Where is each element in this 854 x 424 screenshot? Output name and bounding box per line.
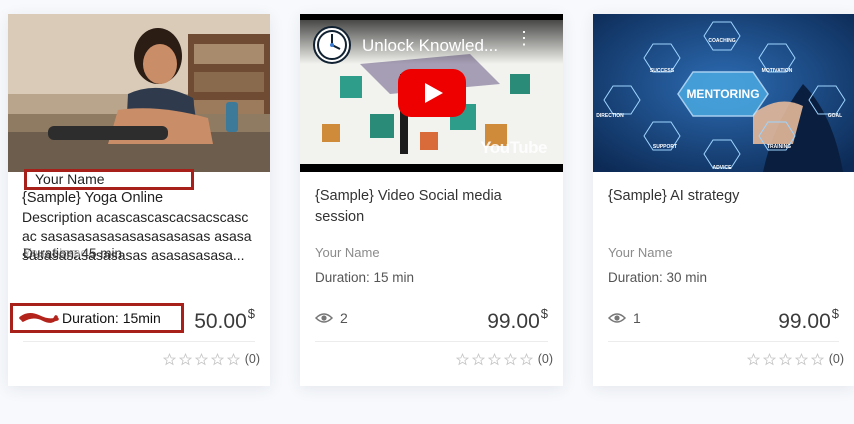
star-empty-icon	[178, 352, 192, 365]
duration-text: Duration: 15min	[62, 310, 161, 326]
eye-icon	[315, 313, 333, 323]
view-count-value: 1	[633, 310, 641, 326]
view-count-value: 2	[340, 310, 348, 326]
channel-logo[interactable]	[313, 26, 351, 64]
star-empty-icon	[455, 352, 469, 365]
star-empty-icon	[778, 352, 792, 365]
course-thumbnail[interactable]	[8, 14, 270, 172]
divider	[315, 341, 548, 342]
price-value: 99.00	[778, 310, 831, 333]
rating-count: (0)	[828, 352, 844, 366]
mentoring-graphic: MENTORING COACHING SUCCESS MOTIVATION DI…	[593, 14, 854, 172]
view-count: 2	[315, 310, 348, 326]
star-empty-icon	[162, 352, 176, 365]
course-title[interactable]: {Sample} AI strategy	[608, 186, 840, 207]
course-duration: Duration: 15 min	[315, 270, 415, 285]
price-value: 50.00	[194, 310, 247, 333]
star-empty-icon	[810, 352, 824, 365]
course-title[interactable]: {Sample} Video Social media session	[315, 186, 547, 228]
youtube-watermark[interactable]: YouTube	[480, 138, 547, 158]
star-empty-icon	[194, 352, 208, 365]
divider	[608, 341, 839, 342]
course-card-yoga[interactable]: Your Name {Sample} Yoga Online Descripti…	[8, 14, 270, 386]
author-name-overlay: Your Name	[24, 169, 194, 190]
star-rating: (0)	[746, 352, 844, 366]
video-player[interactable]: Unlock Knowled... ⋮ YouTube	[300, 14, 563, 172]
svg-text:COACHING: COACHING	[708, 38, 735, 44]
currency-symbol: $	[831, 306, 839, 321]
course-card-ai-strategy[interactable]: MENTORING COACHING SUCCESS MOTIVATION DI…	[593, 14, 854, 386]
star-empty-icon	[210, 352, 224, 365]
video-title[interactable]: Unlock Knowled...	[362, 36, 498, 56]
svg-text:TRAINING: TRAINING	[767, 144, 791, 150]
more-options-icon[interactable]: ⋮	[515, 29, 533, 47]
view-count: 1	[608, 310, 641, 326]
play-button[interactable]	[398, 69, 466, 117]
svg-text:GOAL: GOAL	[828, 113, 842, 119]
star-empty-icon	[471, 352, 485, 365]
scribble-icon	[19, 313, 59, 323]
course-price: 99.00$	[778, 306, 839, 334]
course-duration: Duration: 30 min	[608, 270, 708, 285]
course-title[interactable]: {Sample} Yoga Online	[22, 189, 163, 208]
course-card-video[interactable]: Unlock Knowled... ⋮ YouTube {Sample} Vid…	[300, 14, 563, 386]
star-empty-icon	[762, 352, 776, 365]
author-name: Your Name	[608, 245, 673, 260]
star-empty-icon	[503, 352, 517, 365]
course-thumbnail[interactable]: MENTORING COACHING SUCCESS MOTIVATION DI…	[593, 14, 854, 172]
author-name: Your Name	[35, 171, 105, 187]
star-empty-icon	[226, 352, 240, 365]
course-price: 50.00$	[194, 306, 255, 334]
currency-symbol: $	[540, 306, 548, 321]
author-name: Your Name	[315, 245, 380, 260]
star-empty-icon	[746, 352, 760, 365]
duration-ghost: Duration: 45 min	[23, 246, 123, 261]
svg-text:SUPPORT: SUPPORT	[653, 144, 677, 150]
rating-count: (0)	[537, 352, 553, 366]
eye-icon	[608, 313, 626, 323]
star-rating: (0)	[455, 352, 553, 366]
duration-overlay: Duration: 15min	[10, 303, 184, 333]
star-empty-icon	[794, 352, 808, 365]
star-rating: (0)	[162, 352, 260, 366]
svg-text:ADVICE: ADVICE	[713, 165, 733, 171]
price-value: 99.00	[487, 310, 540, 333]
svg-text:SUCCESS: SUCCESS	[650, 68, 675, 74]
star-empty-icon	[487, 352, 501, 365]
svg-text:DIRECTION: DIRECTION	[596, 113, 624, 119]
course-price: 99.00$	[487, 306, 548, 334]
svg-text:MENTORING: MENTORING	[686, 87, 759, 101]
divider	[23, 341, 255, 342]
svg-text:MOTIVATION: MOTIVATION	[762, 68, 793, 74]
star-empty-icon	[519, 352, 533, 365]
rating-count: (0)	[244, 352, 260, 366]
currency-symbol: $	[247, 306, 255, 321]
yoga-photo	[8, 14, 270, 172]
clock-icon	[317, 30, 347, 60]
